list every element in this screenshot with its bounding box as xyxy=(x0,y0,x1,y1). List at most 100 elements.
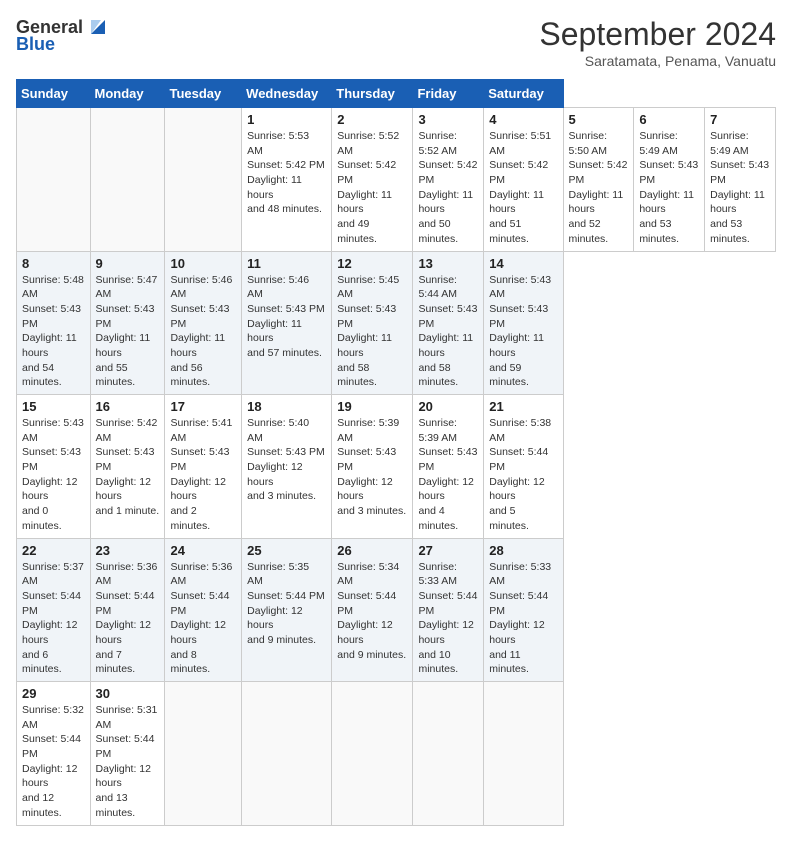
day-info: Sunrise: 5:43 AMSunset: 5:43 PMDaylight:… xyxy=(22,416,85,534)
day-info: Sunrise: 5:37 AMSunset: 5:44 PMDaylight:… xyxy=(22,560,85,678)
day-number: 25 xyxy=(247,543,326,558)
day-number: 27 xyxy=(418,543,478,558)
day-number: 19 xyxy=(337,399,407,414)
table-row: 18 Sunrise: 5:40 AMSunset: 5:43 PMDayligh… xyxy=(242,395,332,539)
table-row: 17 Sunrise: 5:41 AMSunset: 5:43 PMDayligh… xyxy=(165,395,242,539)
calendar-week-5: 29 Sunrise: 5:32 AMSunset: 5:44 PMDayligh… xyxy=(17,682,776,826)
table-row xyxy=(242,682,332,826)
day-info: Sunrise: 5:35 AMSunset: 5:44 PMDaylight:… xyxy=(247,560,326,648)
day-number: 8 xyxy=(22,256,85,271)
day-info: Sunrise: 5:36 AMSunset: 5:44 PMDaylight:… xyxy=(170,560,236,678)
day-number: 4 xyxy=(489,112,557,127)
table-row: 20 Sunrise: 5:39 AMSunset: 5:43 PMDayligh… xyxy=(413,395,484,539)
day-number: 16 xyxy=(96,399,160,414)
table-row: 24 Sunrise: 5:36 AMSunset: 5:44 PMDayligh… xyxy=(165,538,242,682)
day-number: 29 xyxy=(22,686,85,701)
day-info: Sunrise: 5:46 AMSunset: 5:43 PMDaylight:… xyxy=(247,273,326,361)
table-row: 4 Sunrise: 5:51 AMSunset: 5:42 PMDaylight… xyxy=(484,108,563,252)
table-row: 26Sunrise: 5:34 AMSunset: 5:44 PMDayligh… xyxy=(332,538,413,682)
day-number: 5 xyxy=(569,112,629,127)
day-info: Sunrise: 5:33 AMSunset: 5:44 PMDaylight:… xyxy=(418,560,478,678)
table-row: 6 Sunrise: 5:49 AMSunset: 5:43 PMDaylight… xyxy=(634,108,705,252)
day-number: 18 xyxy=(247,399,326,414)
table-row: 5Sunrise: 5:50 AMSunset: 5:42 PMDaylight… xyxy=(563,108,634,252)
table-row xyxy=(484,682,563,826)
day-info: Sunrise: 5:33 AMSunset: 5:44 PMDaylight:… xyxy=(489,560,557,678)
table-row: 14 Sunrise: 5:43 AMSunset: 5:43 PMDayligh… xyxy=(484,251,563,395)
calendar-week-3: 15Sunrise: 5:43 AMSunset: 5:43 PMDayligh… xyxy=(17,395,776,539)
table-row: 16 Sunrise: 5:42 AMSunset: 5:43 PMDayligh… xyxy=(90,395,165,539)
day-info: Sunrise: 5:43 AMSunset: 5:43 PMDaylight:… xyxy=(489,273,557,391)
table-row: 25 Sunrise: 5:35 AMSunset: 5:44 PMDayligh… xyxy=(242,538,332,682)
day-number: 13 xyxy=(418,256,478,271)
day-number: 7 xyxy=(710,112,770,127)
day-info: Sunrise: 5:42 AMSunset: 5:43 PMDaylight:… xyxy=(96,416,160,519)
table-row: 19 Sunrise: 5:39 AMSunset: 5:43 PMDayligh… xyxy=(332,395,413,539)
day-info: Sunrise: 5:39 AMSunset: 5:43 PMDaylight:… xyxy=(418,416,478,534)
table-row: 8 Sunrise: 5:48 AMSunset: 5:43 PMDaylight… xyxy=(17,251,91,395)
table-row: 27 Sunrise: 5:33 AMSunset: 5:44 PMDayligh… xyxy=(413,538,484,682)
day-info: Sunrise: 5:49 AMSunset: 5:43 PMDaylight:… xyxy=(639,129,699,247)
col-wednesday: Wednesday xyxy=(242,80,332,108)
day-info: Sunrise: 5:49 AMSunset: 5:43 PMDaylight:… xyxy=(710,129,770,247)
day-info: Sunrise: 5:34 AMSunset: 5:44 PMDaylight:… xyxy=(337,560,407,663)
day-info: Sunrise: 5:51 AMSunset: 5:42 PMDaylight:… xyxy=(489,129,557,247)
calendar-table: Sunday Monday Tuesday Wednesday Thursday… xyxy=(16,79,776,826)
table-row: 7 Sunrise: 5:49 AMSunset: 5:43 PMDaylight… xyxy=(705,108,776,252)
table-row: 11Sunrise: 5:46 AMSunset: 5:43 PMDayligh… xyxy=(242,251,332,395)
table-row xyxy=(17,108,91,252)
table-row: 22 Sunrise: 5:37 AMSunset: 5:44 PMDayligh… xyxy=(17,538,91,682)
day-number: 12 xyxy=(337,256,407,271)
day-info: Sunrise: 5:45 AMSunset: 5:43 PMDaylight:… xyxy=(337,273,407,391)
day-info: Sunrise: 5:38 AMSunset: 5:44 PMDaylight:… xyxy=(489,416,557,534)
table-row: 2 Sunrise: 5:52 AMSunset: 5:42 PMDaylight… xyxy=(332,108,413,252)
logo: General Blue xyxy=(16,16,109,55)
header: General Blue September 2024 Saratamata, … xyxy=(16,16,776,69)
col-thursday: Thursday xyxy=(332,80,413,108)
col-friday: Friday xyxy=(413,80,484,108)
table-row: 13 Sunrise: 5:44 AMSunset: 5:43 PMDayligh… xyxy=(413,251,484,395)
day-number: 23 xyxy=(96,543,160,558)
day-number: 2 xyxy=(337,112,407,127)
day-number: 22 xyxy=(22,543,85,558)
day-number: 20 xyxy=(418,399,478,414)
table-row: 23Sunrise: 5:36 AMSunset: 5:44 PMDayligh… xyxy=(90,538,165,682)
day-info: Sunrise: 5:52 AMSunset: 5:42 PMDaylight:… xyxy=(337,129,407,247)
month-title: September 2024 xyxy=(539,16,776,53)
table-row: 30Sunrise: 5:31 AMSunset: 5:44 PMDayligh… xyxy=(90,682,165,826)
col-saturday: Saturday xyxy=(484,80,563,108)
day-number: 14 xyxy=(489,256,557,271)
table-row: 3Sunrise: 5:52 AMSunset: 5:42 PMDaylight… xyxy=(413,108,484,252)
logo-blue: Blue xyxy=(16,34,55,55)
logo-icon xyxy=(87,16,109,38)
table-row: 15Sunrise: 5:43 AMSunset: 5:43 PMDayligh… xyxy=(17,395,91,539)
calendar-week-2: 8 Sunrise: 5:48 AMSunset: 5:43 PMDaylight… xyxy=(17,251,776,395)
table-row xyxy=(165,682,242,826)
day-info: Sunrise: 5:48 AMSunset: 5:43 PMDaylight:… xyxy=(22,273,85,391)
col-sunday: Sunday xyxy=(17,80,91,108)
day-info: Sunrise: 5:32 AMSunset: 5:44 PMDaylight:… xyxy=(22,703,85,821)
table-row: 10Sunrise: 5:46 AMSunset: 5:43 PMDayligh… xyxy=(165,251,242,395)
day-info: Sunrise: 5:41 AMSunset: 5:43 PMDaylight:… xyxy=(170,416,236,534)
table-row: 21 Sunrise: 5:38 AMSunset: 5:44 PMDayligh… xyxy=(484,395,563,539)
day-number: 1 xyxy=(247,112,326,127)
title-area: September 2024 Saratamata, Penama, Vanua… xyxy=(539,16,776,69)
day-info: Sunrise: 5:39 AMSunset: 5:43 PMDaylight:… xyxy=(337,416,407,519)
day-number: 17 xyxy=(170,399,236,414)
day-number: 21 xyxy=(489,399,557,414)
day-info: Sunrise: 5:52 AMSunset: 5:42 PMDaylight:… xyxy=(418,129,478,247)
calendar-week-4: 22 Sunrise: 5:37 AMSunset: 5:44 PMDayligh… xyxy=(17,538,776,682)
day-info: Sunrise: 5:46 AMSunset: 5:43 PMDaylight:… xyxy=(170,273,236,391)
table-row xyxy=(332,682,413,826)
day-number: 30 xyxy=(96,686,160,701)
table-row: 29 Sunrise: 5:32 AMSunset: 5:44 PMDayligh… xyxy=(17,682,91,826)
table-row: 12 Sunrise: 5:45 AMSunset: 5:43 PMDayligh… xyxy=(332,251,413,395)
table-row xyxy=(90,108,165,252)
table-row: 28Sunrise: 5:33 AMSunset: 5:44 PMDayligh… xyxy=(484,538,563,682)
day-number: 9 xyxy=(96,256,160,271)
table-row: 9Sunrise: 5:47 AMSunset: 5:43 PMDaylight… xyxy=(90,251,165,395)
day-info: Sunrise: 5:44 AMSunset: 5:43 PMDaylight:… xyxy=(418,273,478,391)
day-number: 6 xyxy=(639,112,699,127)
day-info: Sunrise: 5:40 AMSunset: 5:43 PMDaylight:… xyxy=(247,416,326,504)
day-number: 24 xyxy=(170,543,236,558)
